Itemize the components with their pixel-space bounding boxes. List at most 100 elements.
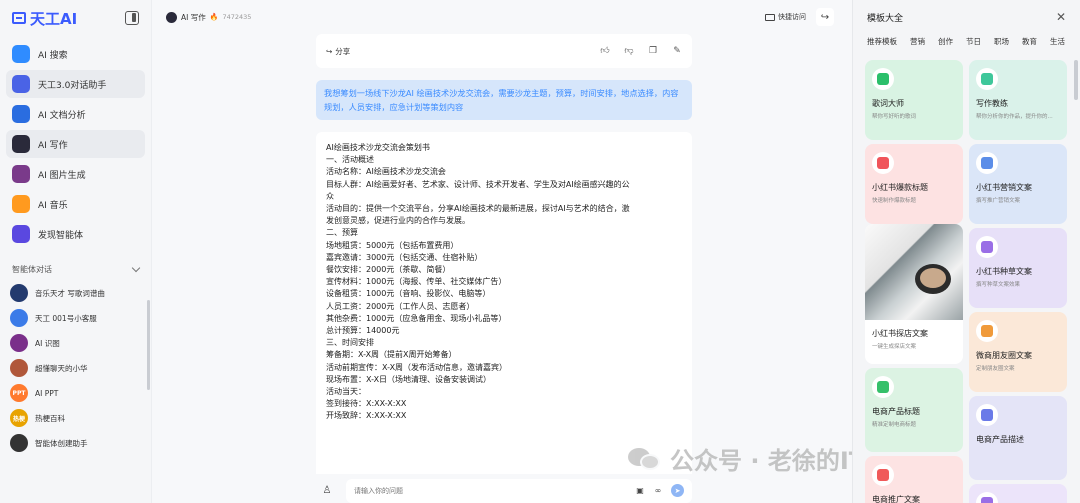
agent-item[interactable]: 热梗 热梗百科 [6,406,145,430]
reply-line: 二、预算 [326,228,358,238]
template-tab[interactable]: 推荐模板 [867,36,897,47]
agent-avatar [10,359,28,377]
template-card[interactable]: 小红书种草文案 撰写种草文案效果 [969,228,1067,308]
reply-line: 嘉宾邀请：3000元（包括交通、住宿补贴） [326,252,483,262]
copy-icon[interactable]: ❐ [648,46,658,56]
template-card[interactable]: 歌词大师 帮你写好听的歌词 [865,60,963,140]
assistant-mode-icon[interactable]: ♙ [316,480,338,502]
link-icon[interactable]: ∞ [653,486,663,496]
attach-file-icon[interactable]: ▣ [635,486,645,496]
writing-icon [12,135,30,153]
collapse-sidebar-icon[interactable] [125,11,139,25]
agent-label: 音乐天才 写歌词谱曲 [35,288,105,298]
template-card[interactable] [969,484,1067,503]
template-tab[interactable]: 营销 [910,36,925,47]
share-arrow-icon: ↪ [326,46,333,56]
sidebar-item[interactable]: AI 写作 [6,130,145,158]
sidebar-item-label: AI 搜索 [38,50,68,61]
sidebar-item[interactable]: AI 文档分析 [6,100,145,128]
moments-icon [976,320,998,342]
lyrics-icon [872,68,894,90]
sidebar-scrollbar[interactable] [147,300,150,390]
chevron-down-icon [131,263,141,272]
template-tab[interactable]: 节日 [966,36,981,47]
sidebar-item[interactable]: 发现智能体 [6,220,145,248]
xhs-marketing-icon [976,152,998,174]
breadcrumb: AI 写作 🔥 7472435 [166,11,252,23]
send-icon[interactable]: ➤ [671,484,684,497]
panel-scrollbar[interactable] [1074,60,1078,100]
sidebar-item[interactable]: AI 搜索 [6,40,145,68]
thumbs-up-icon[interactable]: 👍︎ [600,46,610,56]
template-card-subtitle: 一键生成探店文案 [872,344,917,350]
template-card[interactable]: 电商产品标题 精准定制电商标题 [865,368,963,452]
sidebar-item-label: AI 图片生成 [38,170,86,181]
usage-count: 7472435 [222,13,252,21]
sidebar-item[interactable]: AI 图片生成 [6,160,145,188]
agent-avatar [10,434,28,452]
template-card-title: 小红书营销文案 [976,183,1032,192]
share-link[interactable]: ↪ 分享 [326,46,350,57]
template-card[interactable]: 微商朋友圈文案 定制朋友圈文案 [969,312,1067,392]
breadcrumb-title: AI 写作 [181,12,206,22]
agent-item[interactable]: 天工 001号小客服 [6,306,145,330]
reply-line: 总计预算：14000元 [326,326,400,336]
template-card-subtitle: 帮你分析你的作品，提升你的... [976,114,1053,120]
agent-item[interactable]: 音乐天才 写歌词谱曲 [6,281,145,305]
share-button[interactable]: ↪ [816,8,834,26]
agent-item[interactable]: 超懂聊天的小华 [6,356,145,380]
template-card[interactable]: 小红书探店文案 一键生成探店文案 [865,224,963,364]
sidebar-item[interactable]: AI 音乐 [6,190,145,218]
agent-item[interactable]: 智能体创建助手 [6,431,145,455]
agent-avatar: PPT [10,384,28,402]
panel-title: 模板大全 [867,13,904,24]
fire-icon: 🔥 [209,13,219,21]
reply-line: 活动当天： [326,387,366,397]
quick-access-button[interactable]: 快捷访问 [761,9,810,25]
assistant-reply: AI绘画技术沙龙交流会策划书 一、活动概述 活动名称：AI绘画技术沙龙交流会 目标人群… [316,132,692,474]
template-tab[interactable]: 生活 [1050,36,1065,47]
template-card[interactable]: 小红书营销文案 撰写推广营销文案 [969,144,1067,224]
close-icon[interactable]: ✕ [1056,10,1066,24]
agent-list: 音乐天才 写歌词谱曲 天工 001号小客服 AI 识图 超懂聊天的小华 PPT AI PP… [0,281,151,455]
sidebar-item-label: AI 写作 [38,140,68,151]
input-bar: ♙ ▣ ∞ ➤ [316,478,692,503]
reply-line: 其他杂费：1000元（应急备用金、现场小礼品等） [326,313,507,323]
sidebar: 天工AI AI 搜索 天工3.0对话助手 AI 文档分析 AI 写作 AI 图片生成 AI… [0,0,152,503]
reply-line: 三、时间安排 [326,338,374,348]
question-input[interactable] [354,486,627,495]
template-tab[interactable]: 创作 [938,36,953,47]
product-desc-icon [976,404,998,426]
template-card[interactable]: 电商产品描述 [969,396,1067,480]
agents-section-header[interactable]: 智能体对话 [0,258,151,280]
agent-item[interactable]: AI 识图 [6,331,145,355]
template-card-subtitle: 快速制作爆款标题 [872,198,917,204]
ecommerce-promo-icon [872,464,894,486]
edit-icon[interactable]: ✎ [672,46,682,56]
template-card[interactable]: 电商推广文案 [865,456,963,503]
question-input-box: ▣ ∞ ➤ [346,478,692,503]
thumbs-down-icon[interactable]: 👎︎ [624,46,634,56]
top-actions: 快捷访问 ↪ [761,8,834,26]
template-card-title: 写作教练 [976,99,1008,108]
template-card-subtitle: 撰写推广营销文案 [976,198,1021,204]
logo[interactable]: 天工AI [12,8,77,29]
agent-item[interactable]: PPT AI PPT [6,381,145,405]
template-card[interactable]: 写作教练帮你分析你的作品，提升你的... [969,60,1067,140]
template-card-title: 电商产品标题 [872,407,920,416]
template-tab[interactable]: 教育 [1022,36,1037,47]
template-card[interactable]: 小红书爆款标题 快速制作爆款标题 [865,144,963,224]
template-tab[interactable]: 职场 [994,36,1009,47]
share-arrow-icon: ↪ [820,11,830,23]
sidebar-nav: AI 搜索天工3.0对话助手 AI 文档分析 AI 写作 AI 图片生成 AI 音乐 发现… [0,36,151,252]
panel-header: 模板大全 ✕ [853,0,1080,34]
reply-line: 场地租赁：5000元（包括布置费用） [326,240,459,250]
agent-avatar [10,284,28,302]
monitor-icon [765,13,775,21]
agents-section-title: 智能体对话 [12,264,52,274]
agent-label: 天工 001号小客服 [35,313,97,323]
sidebar-item[interactable]: 天工3.0对话助手 [6,70,145,98]
top-bar: AI 写作 🔥 7472435 快捷访问 ↪ [152,0,848,34]
reply-line: 现场布置：X-X日（场地清理、设备安装调试） [326,374,492,384]
user-message: 我想筹划一场线下沙龙AI 绘画技术沙龙交流会，需要沙龙主题，预算，时间安排，地点… [316,80,692,120]
